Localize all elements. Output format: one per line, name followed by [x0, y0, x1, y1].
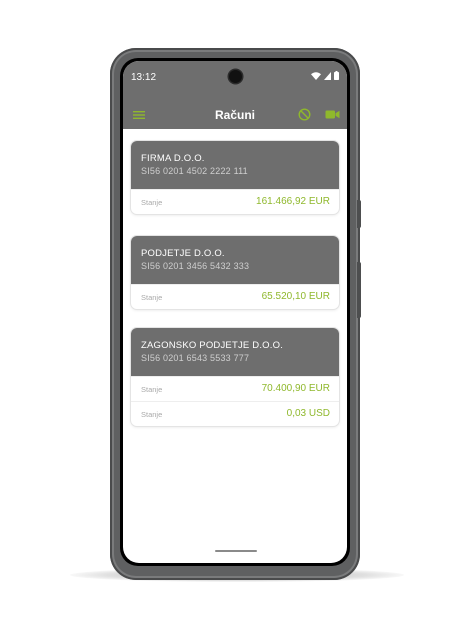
balance-label: Stanje: [141, 385, 163, 394]
volume-button: [357, 262, 361, 318]
balance-value: 0,03 USD: [286, 408, 330, 419]
battery-icon: [334, 71, 339, 80]
video-camera-icon[interactable]: [325, 109, 340, 120]
phone-screen: 13:12 Računi FIRMA D.O.O. SI56 0201 4502…: [120, 58, 350, 566]
app-bar: Računi: [123, 101, 347, 129]
app-display: 13:12 Računi FIRMA D.O.O. SI56 0201 4502…: [123, 61, 347, 563]
balance-label: Stanje: [141, 293, 163, 302]
account-header: PODJETJE D.O.O. SI56 0201 3456 5432 333: [131, 236, 339, 284]
account-card[interactable]: ZAGONSKO PODJETJE D.O.O. SI56 0201 6543 …: [131, 328, 339, 426]
balance-value: 70.400,90 EUR: [261, 383, 330, 394]
home-indicator[interactable]: [215, 550, 257, 552]
balance-value: 65.520,10 EUR: [261, 291, 330, 302]
account-card[interactable]: FIRMA D.O.O. SI56 0201 4502 2222 111 Sta…: [131, 141, 339, 214]
status-bar: 13:12: [123, 61, 347, 89]
block-icon[interactable]: [298, 108, 311, 121]
status-time: 13:12: [131, 72, 157, 83]
account-iban: SI56 0201 3456 5432 333: [141, 261, 250, 271]
balance-label: Stanje: [141, 198, 163, 207]
account-iban: SI56 0201 6543 5533 777: [141, 353, 250, 363]
wifi-icon: [311, 71, 321, 80]
account-name: ZAGONSKO PODJETJE D.O.O.: [141, 340, 284, 351]
account-name: PODJETJE D.O.O.: [141, 248, 225, 259]
account-header: ZAGONSKO PODJETJE D.O.O. SI56 0201 6543 …: [131, 328, 339, 376]
balance-value: 161.466,92 EUR: [256, 196, 330, 207]
status-icons: [311, 71, 339, 80]
page-title: Računi: [214, 108, 255, 122]
balance-label: Stanje: [141, 410, 163, 419]
balance-row: Stanje 65.520,10 EUR: [131, 284, 339, 309]
account-header: FIRMA D.O.O. SI56 0201 4502 2222 111: [131, 141, 339, 189]
account-name: FIRMA D.O.O.: [141, 153, 205, 164]
account-iban: SI56 0201 4502 2222 111: [141, 166, 248, 176]
balance-row: Stanje 70.400,90 EUR: [131, 376, 339, 401]
power-button: [357, 200, 361, 228]
product-mockup-stage: 13:12 Računi FIRMA D.O.O. SI56 0201 4502…: [0, 0, 474, 632]
account-card[interactable]: PODJETJE D.O.O. SI56 0201 3456 5432 333 …: [131, 236, 339, 309]
balance-row: Stanje 0,03 USD: [131, 401, 339, 426]
front-camera: [229, 70, 242, 83]
top-bar: 13:12 Računi: [123, 61, 347, 129]
balance-row: Stanje 161.466,92 EUR: [131, 189, 339, 214]
signal-icon: [324, 71, 331, 80]
